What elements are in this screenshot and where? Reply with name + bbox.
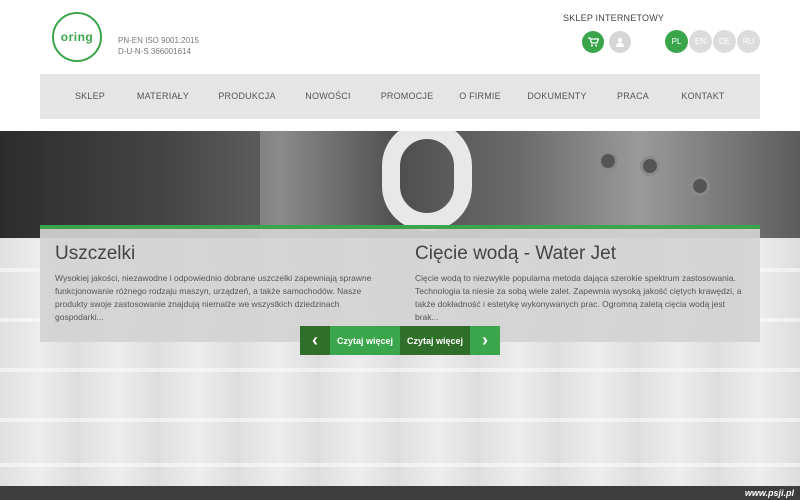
shop-label: SKLEP INTERNETOWY [563,13,665,23]
lang-de[interactable]: DE [713,30,736,53]
lang-pl[interactable]: PL [665,30,688,53]
read-more-button-2[interactable]: Czytaj więcej [400,326,470,355]
chevron-left-icon: ‹ [312,330,318,350]
main-nav: SKLEP MATERIAŁY PRODUKCJA NOWOŚCI PROMOC… [40,74,760,119]
nav-item-nowosci[interactable]: NOWOŚCI [305,74,350,119]
panel-text: Cięcie wodą to niezwykle popularna metod… [415,273,742,322]
cert-duns: D-U-N-S 366001614 [118,47,191,56]
nav-item-kontakt[interactable]: KONTAKT [681,74,724,119]
lang-en[interactable]: EN [689,30,712,53]
certification-info: PN-EN ISO 9001:2015 D-U-N-S 366001614 [118,35,199,57]
cert-iso: PN-EN ISO 9001:2015 [118,36,199,45]
panel-title: Cięcie wodą - Water Jet [415,243,616,264]
next-slide-button[interactable]: › [470,326,500,355]
nav-item-sklep[interactable]: SKLEP [75,74,105,119]
panel-text: Wysokiej jakości, niezawodne i odpowiedn… [55,273,372,322]
cart-icon [587,37,599,47]
nav-item-promocje[interactable]: PROMOCJE [381,74,434,119]
watermark: www.psji.pl [744,488,794,498]
bolt-shape [690,176,710,196]
panel-title: Uszczelki [55,243,136,264]
bolt-shape [598,151,618,171]
cart-button[interactable] [582,31,604,53]
bolt-shape [640,156,660,176]
prev-slide-button[interactable]: ‹ [300,326,330,355]
nav-item-dokumenty[interactable]: DOKUMENTY [527,74,586,119]
lang-ru[interactable]: RU [737,30,760,53]
chevron-right-icon: › [482,330,488,350]
ring-shape [382,131,472,231]
user-icon [616,37,624,47]
nav-item-o-firmie[interactable]: O FIRMIE [459,74,501,119]
nav-item-produkcja[interactable]: PRODUKCJA [218,74,275,119]
panel-water-jet: Cięcie wodą - Water Jet Cięcie wodą to n… [400,225,760,342]
hero-image [0,131,800,238]
account-button[interactable] [609,31,631,53]
logo-text: oring [60,30,94,44]
read-more-button-1[interactable]: Czytaj więcej [330,326,400,355]
footer-bar: www.psji.pl [0,486,800,500]
logo[interactable]: oring [52,12,102,62]
header: oring PN-EN ISO 9001:2015 D-U-N-S 366001… [0,0,800,74]
panel-uszczelki: Uszczelki Wysokiej jakości, niezawodne i… [40,225,400,342]
nav-item-materialy[interactable]: MATERIAŁY [137,74,189,119]
nav-item-praca[interactable]: PRACA [617,74,649,119]
